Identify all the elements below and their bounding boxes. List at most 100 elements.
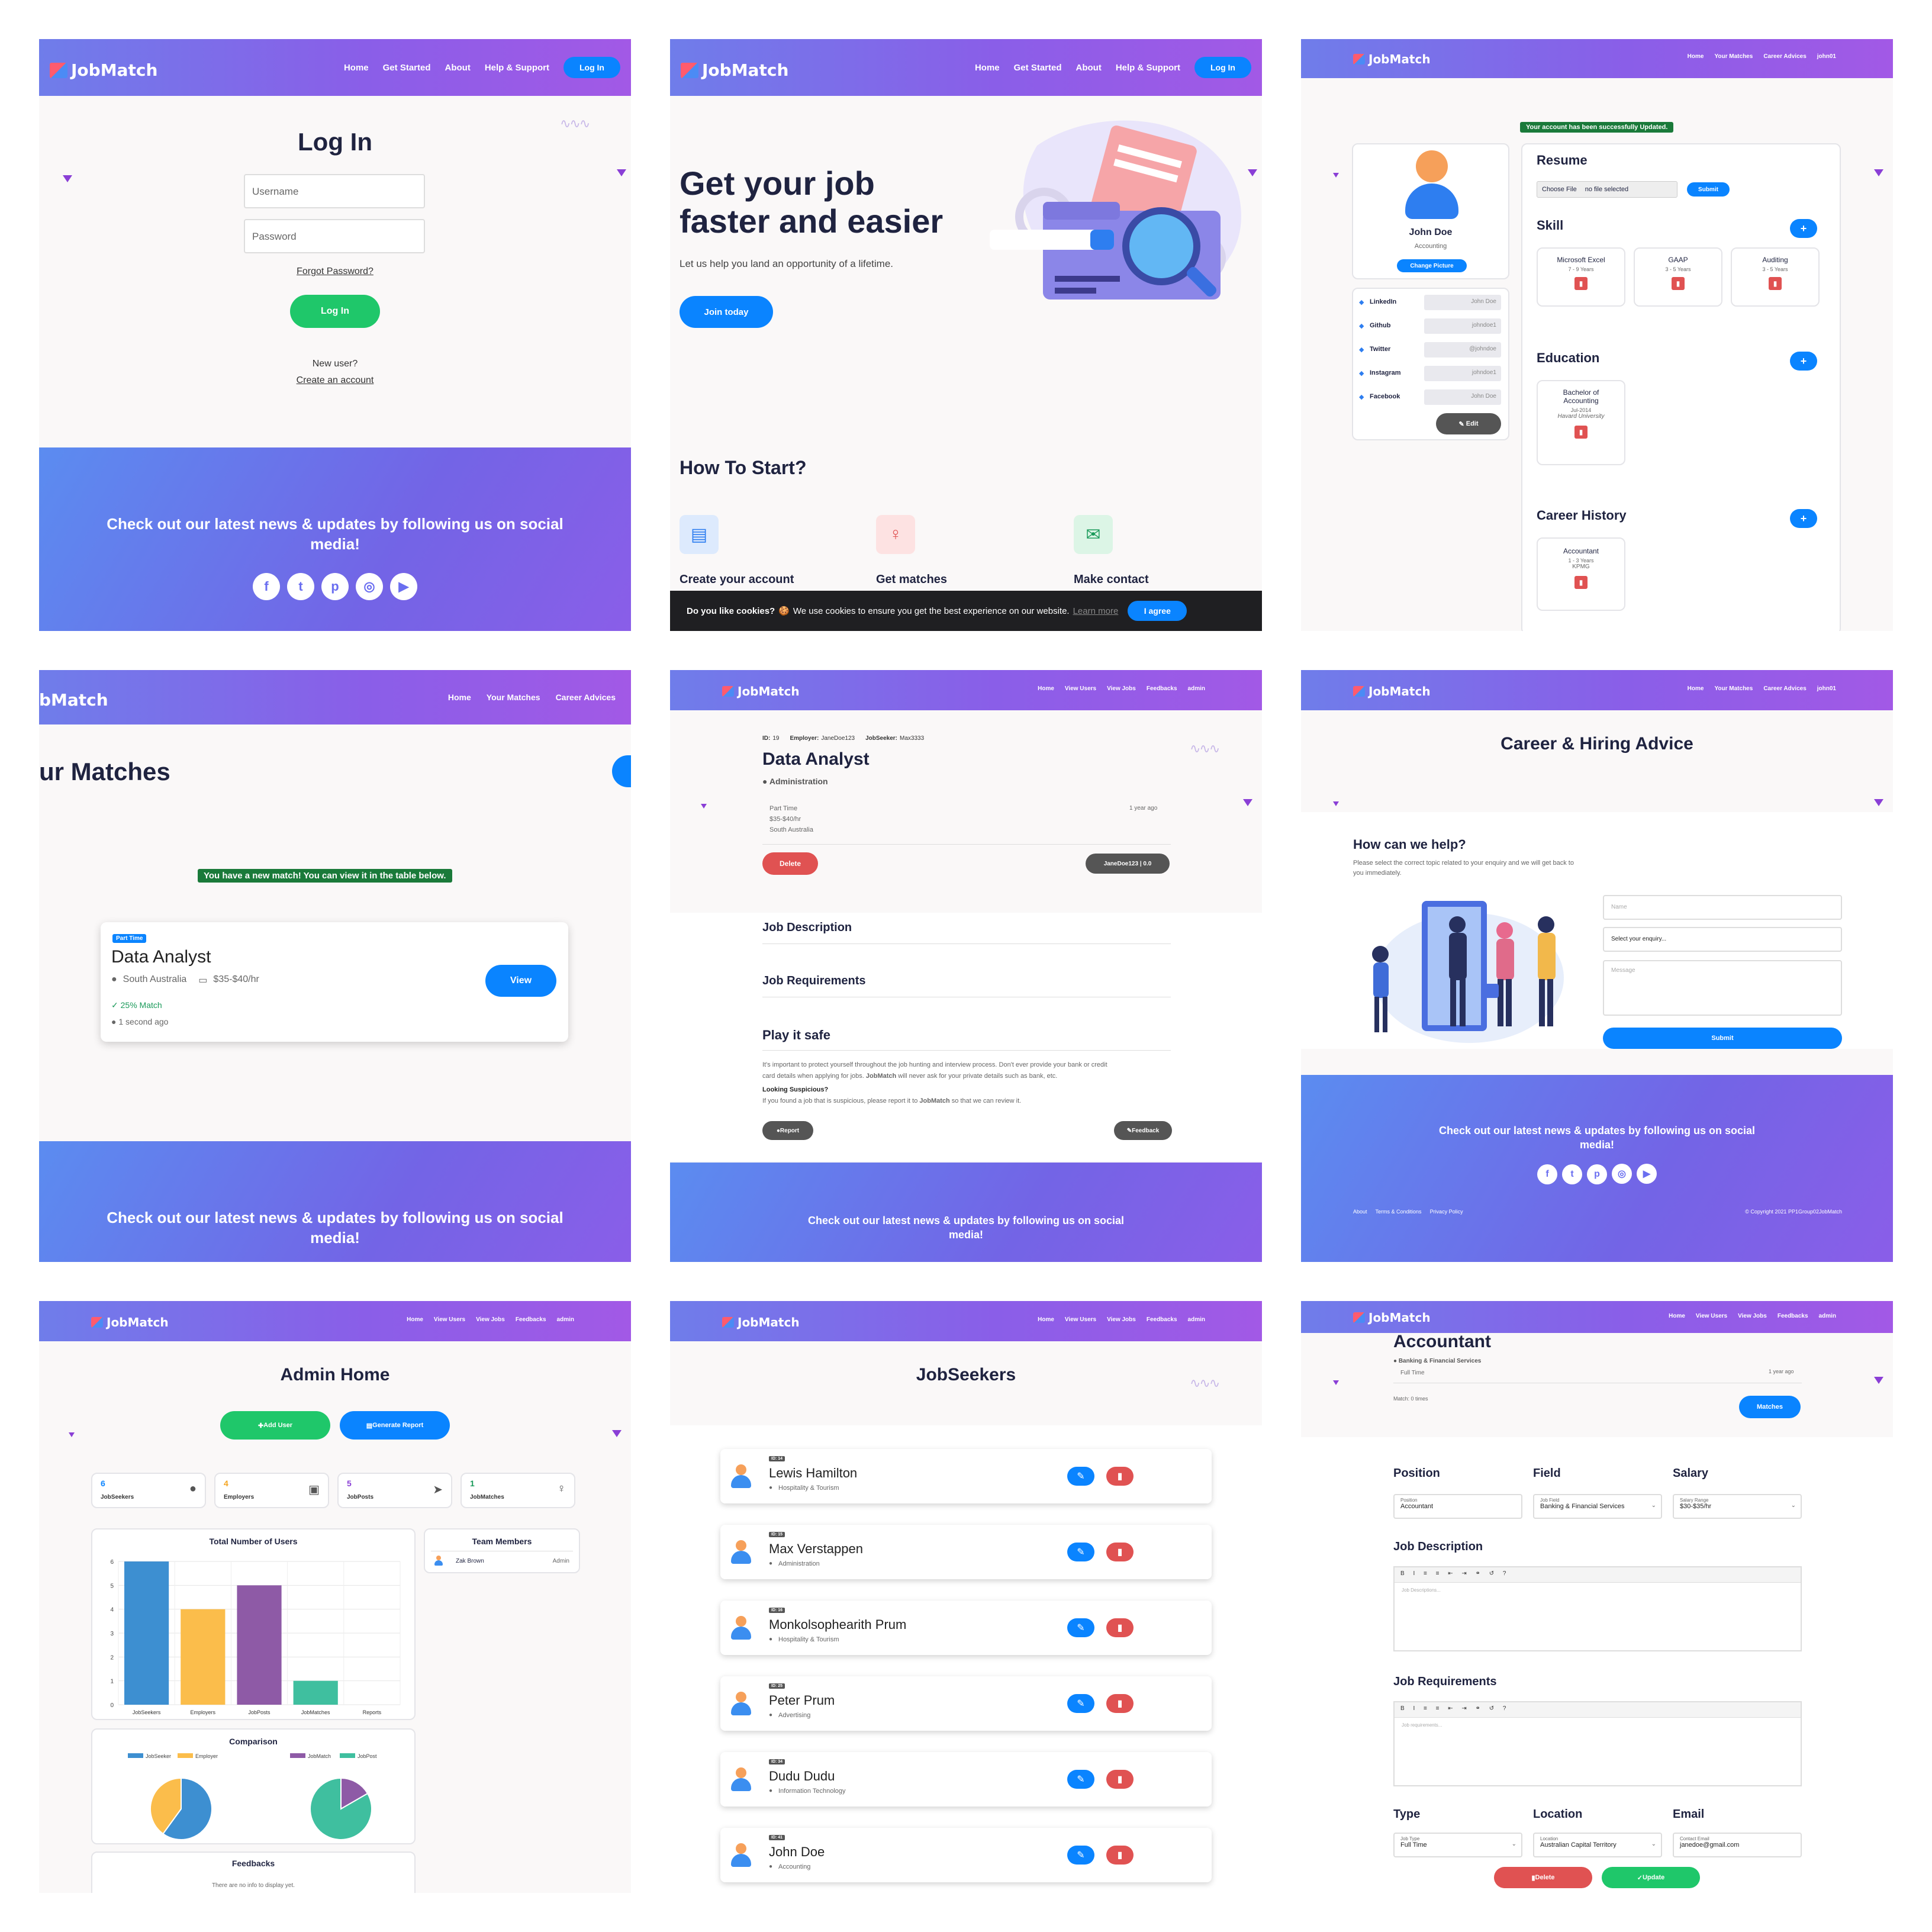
update-button[interactable]: ✓ Update	[1602, 1867, 1700, 1888]
name-input[interactable]: Name	[1603, 895, 1842, 920]
choose-file-button[interactable]: Choose File	[1542, 186, 1577, 193]
nav-feedbacks[interactable]: Feedbacks	[1147, 1316, 1177, 1323]
edit-button[interactable]: ✎ Edit	[1436, 413, 1501, 434]
edit-button[interactable]: ✎	[1067, 1543, 1094, 1561]
facebook-icon[interactable]: f	[253, 573, 280, 600]
trash-icon[interactable]: ▮	[1574, 277, 1588, 290]
username-input[interactable]: Username	[244, 174, 425, 208]
salary-select[interactable]: Salary Range $30-$35/hr ⌄	[1673, 1494, 1802, 1519]
jobseeker-row[interactable]: ID: 34 Dudu Dudu Information Technology ● ✎ ▮	[720, 1752, 1212, 1807]
brand-logo[interactable]: JobMatch	[722, 1315, 800, 1329]
delete-button[interactable]: ▮	[1106, 1694, 1134, 1713]
nav-home[interactable]: Home	[1669, 1313, 1685, 1319]
nav-feedbacks[interactable]: Feedbacks	[1778, 1313, 1808, 1319]
nav-about[interactable]: About	[445, 63, 471, 73]
delete-button[interactable]: ▮	[1106, 1770, 1134, 1789]
password-input[interactable]: Password	[244, 219, 425, 253]
jobseeker-row[interactable]: ID: 14 Lewis Hamilton Hospitality & Touris…	[720, 1449, 1212, 1503]
field-select[interactable]: Job Field Banking & Financial Services ⌄	[1533, 1494, 1662, 1519]
forgot-password-link[interactable]: Forgot Password?	[39, 266, 631, 277]
type-select[interactable]: Job Type Full Time ⌄	[1393, 1833, 1522, 1857]
nav-get-started[interactable]: Get Started	[1014, 63, 1062, 73]
delete-button[interactable]: ▮ Delete	[1494, 1867, 1592, 1888]
nav-career-advices[interactable]: Career Advices	[556, 693, 616, 702]
enquiry-select[interactable]: Select your enquiry...	[1603, 927, 1842, 952]
youtube-icon[interactable]: ▶	[390, 573, 417, 600]
delete-button[interactable]: Delete	[762, 852, 818, 875]
nav-view-jobs[interactable]: View Jobs	[476, 1316, 505, 1323]
nav-admin[interactable]: admin	[1188, 1316, 1205, 1323]
nav-view-users[interactable]: View Users	[1696, 1313, 1727, 1319]
instagram-icon[interactable]: ◎	[1612, 1164, 1632, 1184]
nav-home[interactable]: Home	[1038, 685, 1054, 692]
nav-your-matches[interactable]: Your Matches	[1714, 685, 1753, 692]
feedback-button[interactable]: ✎ Feedback	[1114, 1121, 1172, 1140]
jobseeker-row[interactable]: ID: 41 John Doe Accounting ● ✎ ▮	[720, 1828, 1212, 1882]
nav-feedbacks[interactable]: Feedbacks	[1147, 685, 1177, 692]
nav-get-started[interactable]: Get Started	[383, 63, 431, 73]
nav-your-matches[interactable]: Your Matches	[487, 693, 540, 702]
nav-view-jobs[interactable]: View Jobs	[1107, 685, 1136, 692]
user-rating-chip[interactable]: JaneDoe123 | 0.0	[1086, 854, 1170, 874]
nav-your-matches[interactable]: Your Matches	[1714, 53, 1753, 60]
side-button[interactable]	[612, 755, 631, 787]
jobseeker-row[interactable]: ID: 16 Monkolsophearith Prum Hospitality &…	[720, 1601, 1212, 1655]
brand-logo-partial[interactable]: bMatch	[39, 690, 108, 710]
nav-view-users[interactable]: View Users	[434, 1316, 465, 1323]
file-input[interactable]: Choose File no file selected	[1537, 181, 1677, 198]
jobseeker-row[interactable]: ID: 15 Max Verstappen Administration ● ✎ ▮	[720, 1525, 1212, 1579]
nav-home[interactable]: Home	[1688, 53, 1704, 60]
delete-button[interactable]: ▮	[1106, 1543, 1134, 1561]
nav-home[interactable]: Home	[1038, 1316, 1054, 1323]
nav-career-advices[interactable]: Career Advices	[1763, 53, 1806, 60]
trash-icon[interactable]: ▮	[1672, 277, 1685, 290]
social-instagram-input[interactable]: johndoe1	[1424, 366, 1501, 381]
pinterest-icon[interactable]: p	[1587, 1164, 1607, 1184]
cookie-learn-more[interactable]: Learn more	[1073, 606, 1119, 616]
twitter-icon[interactable]: t	[1562, 1164, 1582, 1184]
login-nav-button[interactable]: Log In	[1194, 57, 1251, 78]
add-skill-button[interactable]: +	[1790, 219, 1817, 238]
message-textarea[interactable]: Message	[1603, 960, 1842, 1016]
nav-feedbacks[interactable]: Feedbacks	[516, 1316, 546, 1323]
nav-user-menu[interactable]: john01	[1817, 53, 1836, 60]
add-user-button[interactable]: ✚ Add User	[220, 1411, 330, 1440]
nav-user-menu[interactable]: john01	[1817, 685, 1836, 692]
trash-icon[interactable]: ▮	[1574, 576, 1588, 589]
trash-icon[interactable]: ▮	[1769, 277, 1782, 290]
nav-admin[interactable]: admin	[1819, 1313, 1836, 1319]
nav-about[interactable]: About	[1076, 63, 1102, 73]
pinterest-icon[interactable]: p	[321, 573, 349, 600]
generate-report-button[interactable]: ▤ Generate Report	[340, 1411, 450, 1440]
social-facebook-input[interactable]: John Doe	[1424, 389, 1501, 405]
delete-button[interactable]: ▮	[1106, 1846, 1134, 1865]
nav-home[interactable]: Home	[407, 1316, 423, 1323]
add-career-button[interactable]: +	[1790, 509, 1817, 528]
change-picture-button[interactable]: Change Picture	[1397, 259, 1467, 272]
brand-logo[interactable]: JobMatch	[1353, 52, 1431, 66]
nav-home[interactable]: Home	[975, 63, 1000, 73]
position-input[interactable]: Position Accountant	[1393, 1494, 1522, 1519]
create-account-link[interactable]: Create an account	[39, 375, 631, 386]
description-editor[interactable]: B I ≡ ≡ ⇤ ⇥ ⚭ ↺ ? Job Descriptions...	[1393, 1566, 1802, 1651]
requirements-editor[interactable]: B I ≡ ≡ ⇤ ⇥ ⚭ ↺ ? Job requirements...	[1393, 1701, 1802, 1786]
nav-view-jobs[interactable]: View Jobs	[1738, 1313, 1767, 1319]
social-linkedin-input[interactable]: John Doe	[1424, 295, 1501, 310]
footer-about-link[interactable]: About	[1353, 1209, 1367, 1215]
edit-button[interactable]: ✎	[1067, 1618, 1094, 1637]
nav-view-jobs[interactable]: View Jobs	[1107, 1316, 1136, 1323]
brand-logo[interactable]: JobMatch	[1353, 684, 1431, 698]
location-select[interactable]: Location Australian Capital Territory ⌄	[1533, 1833, 1662, 1857]
submit-button[interactable]: Submit	[1603, 1028, 1842, 1049]
nav-help[interactable]: Help & Support	[1116, 63, 1180, 73]
match-card[interactable]: Part Time Data Analyst ● South Australia …	[101, 922, 568, 1042]
nav-admin[interactable]: admin	[557, 1316, 574, 1323]
brand-logo[interactable]: JobMatch	[50, 60, 157, 80]
login-nav-button[interactable]: Log In	[564, 57, 620, 78]
youtube-icon[interactable]: ▶	[1637, 1164, 1657, 1184]
nav-admin[interactable]: admin	[1188, 685, 1205, 692]
report-button[interactable]: ● Report	[762, 1121, 813, 1140]
email-input[interactable]: Contact Email janedoe@gmail.com	[1673, 1833, 1802, 1857]
social-github-input[interactable]: johndoe1	[1424, 318, 1501, 334]
jobseeker-row[interactable]: ID: 25 Peter Prum Advertising ● ✎ ▮	[720, 1676, 1212, 1731]
